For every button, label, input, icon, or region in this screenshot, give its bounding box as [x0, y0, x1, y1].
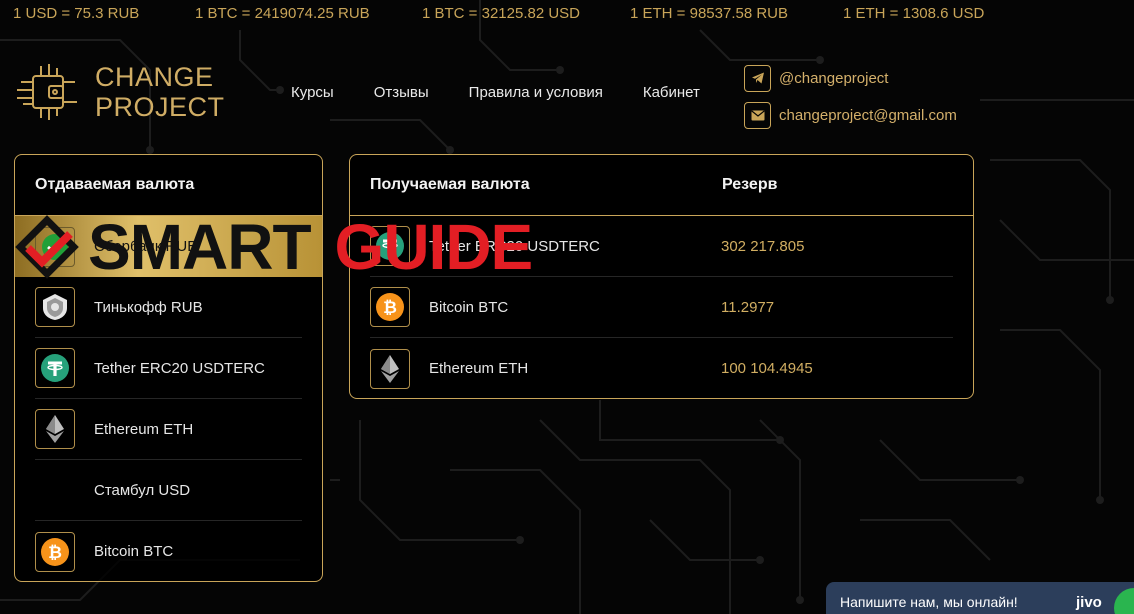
reserve-value: 11.2977: [721, 298, 775, 316]
ticker-rate: 1 BTC = 32125.82 USD: [422, 5, 581, 22]
wallet-chip-icon: [17, 64, 77, 120]
receive-item-bitcoin[interactable]: ₿ Bitcoin BTC 11.2977: [370, 277, 953, 338]
receive-item-label: Ethereum ETH: [429, 360, 529, 377]
give-item-label: Тинькофф RUB: [94, 298, 203, 316]
ticker-rate: 1 ETH = 1308.6 USD: [843, 5, 985, 22]
logo-line-1: CHANGE: [95, 62, 214, 92]
checkmark-diamond-icon: [15, 215, 79, 279]
reserve-value: 100 104.4945: [721, 360, 813, 377]
smart-guide-watermark: SMART GUIDE: [14, 210, 534, 284]
telegram-icon: [744, 64, 771, 92]
chat-brand: jivo: [1076, 593, 1102, 611]
site-logo[interactable]: CHANGE PROJECT: [15, 62, 225, 122]
give-item-label: Ethereum ETH: [94, 420, 194, 438]
give-item-istanbul[interactable]: Стамбул USD: [35, 460, 302, 521]
watermark-smart: SMART: [88, 211, 312, 283]
ethereum-icon: [35, 409, 75, 449]
chat-widget[interactable]: Напишите нам, мы онлайн! jivo: [826, 582, 1134, 614]
bitcoin-icon: ₿: [35, 531, 75, 572]
give-item-bitcoin[interactable]: ₿ Bitcoin BTC: [35, 521, 302, 582]
give-item-tether[interactable]: Tether ERC20 USDTERC: [35, 338, 302, 399]
svg-text:₿: ₿: [383, 298, 397, 318]
receive-item-label: Bitcoin BTC: [429, 298, 509, 316]
tinkoff-icon: [35, 287, 75, 327]
logo-line-2: PROJECT: [95, 92, 225, 122]
receive-panel-header: Получаемая валюта Резерв: [350, 155, 973, 216]
bitcoin-icon: ₿: [370, 287, 410, 327]
ethereum-icon: [370, 348, 410, 389]
chat-status-icon: [1114, 588, 1134, 614]
give-item-ethereum[interactable]: Ethereum ETH: [35, 399, 302, 460]
reserve-value: 302 217.805: [721, 237, 805, 255]
receive-item-ethereum[interactable]: Ethereum ETH 100 104.4945: [370, 338, 953, 399]
ticker-rate: 1 USD = 75.3 RUB: [13, 5, 140, 22]
email-address[interactable]: changeproject@gmail.com: [779, 107, 957, 124]
nav-rates[interactable]: Курсы: [291, 84, 334, 101]
nav-rules[interactable]: Правила и условия: [469, 84, 603, 101]
ticker-rate: 1 ETH = 98537.58 RUB: [630, 5, 789, 22]
give-item-tinkoff[interactable]: Тинькофф RUB: [35, 277, 302, 338]
main-nav: Курсы Отзывы Правила и условия Кабинет: [291, 84, 740, 101]
give-item-label: Bitcoin BTC: [94, 543, 174, 560]
email-contact[interactable]: changeproject@gmail.com: [744, 101, 957, 129]
telegram-contact[interactable]: @changeproject: [744, 64, 957, 92]
nav-cabinet[interactable]: Кабинет: [643, 84, 700, 101]
chat-prompt[interactable]: Напишите нам, мы онлайн!: [840, 594, 1018, 610]
nav-reviews[interactable]: Отзывы: [374, 84, 429, 101]
blank-icon: [35, 470, 75, 510]
contacts: @changeproject changeproject@gmail.com: [744, 64, 957, 138]
svg-text:₿: ₿: [48, 543, 62, 563]
tether-icon: [35, 348, 75, 388]
mail-icon: [744, 101, 771, 129]
reserve-column-title: Резерв: [722, 176, 778, 193]
give-item-label: Tether ERC20 USDTERC: [94, 359, 265, 377]
receive-panel-title: Получаемая валюта: [370, 176, 530, 193]
telegram-handle[interactable]: @changeproject: [779, 70, 888, 87]
watermark-guide: GUIDE: [334, 211, 534, 283]
give-panel-title: Отдаваемая валюта: [15, 155, 322, 216]
logo-text: CHANGE PROJECT: [95, 62, 225, 122]
ticker-rate: 1 BTC = 2419074.25 RUB: [195, 5, 370, 22]
give-item-label: Стамбул USD: [94, 481, 191, 499]
rates-ticker: 1 USD = 75.3 RUB 1 BTC = 2419074.25 RUB …: [13, 5, 1134, 25]
